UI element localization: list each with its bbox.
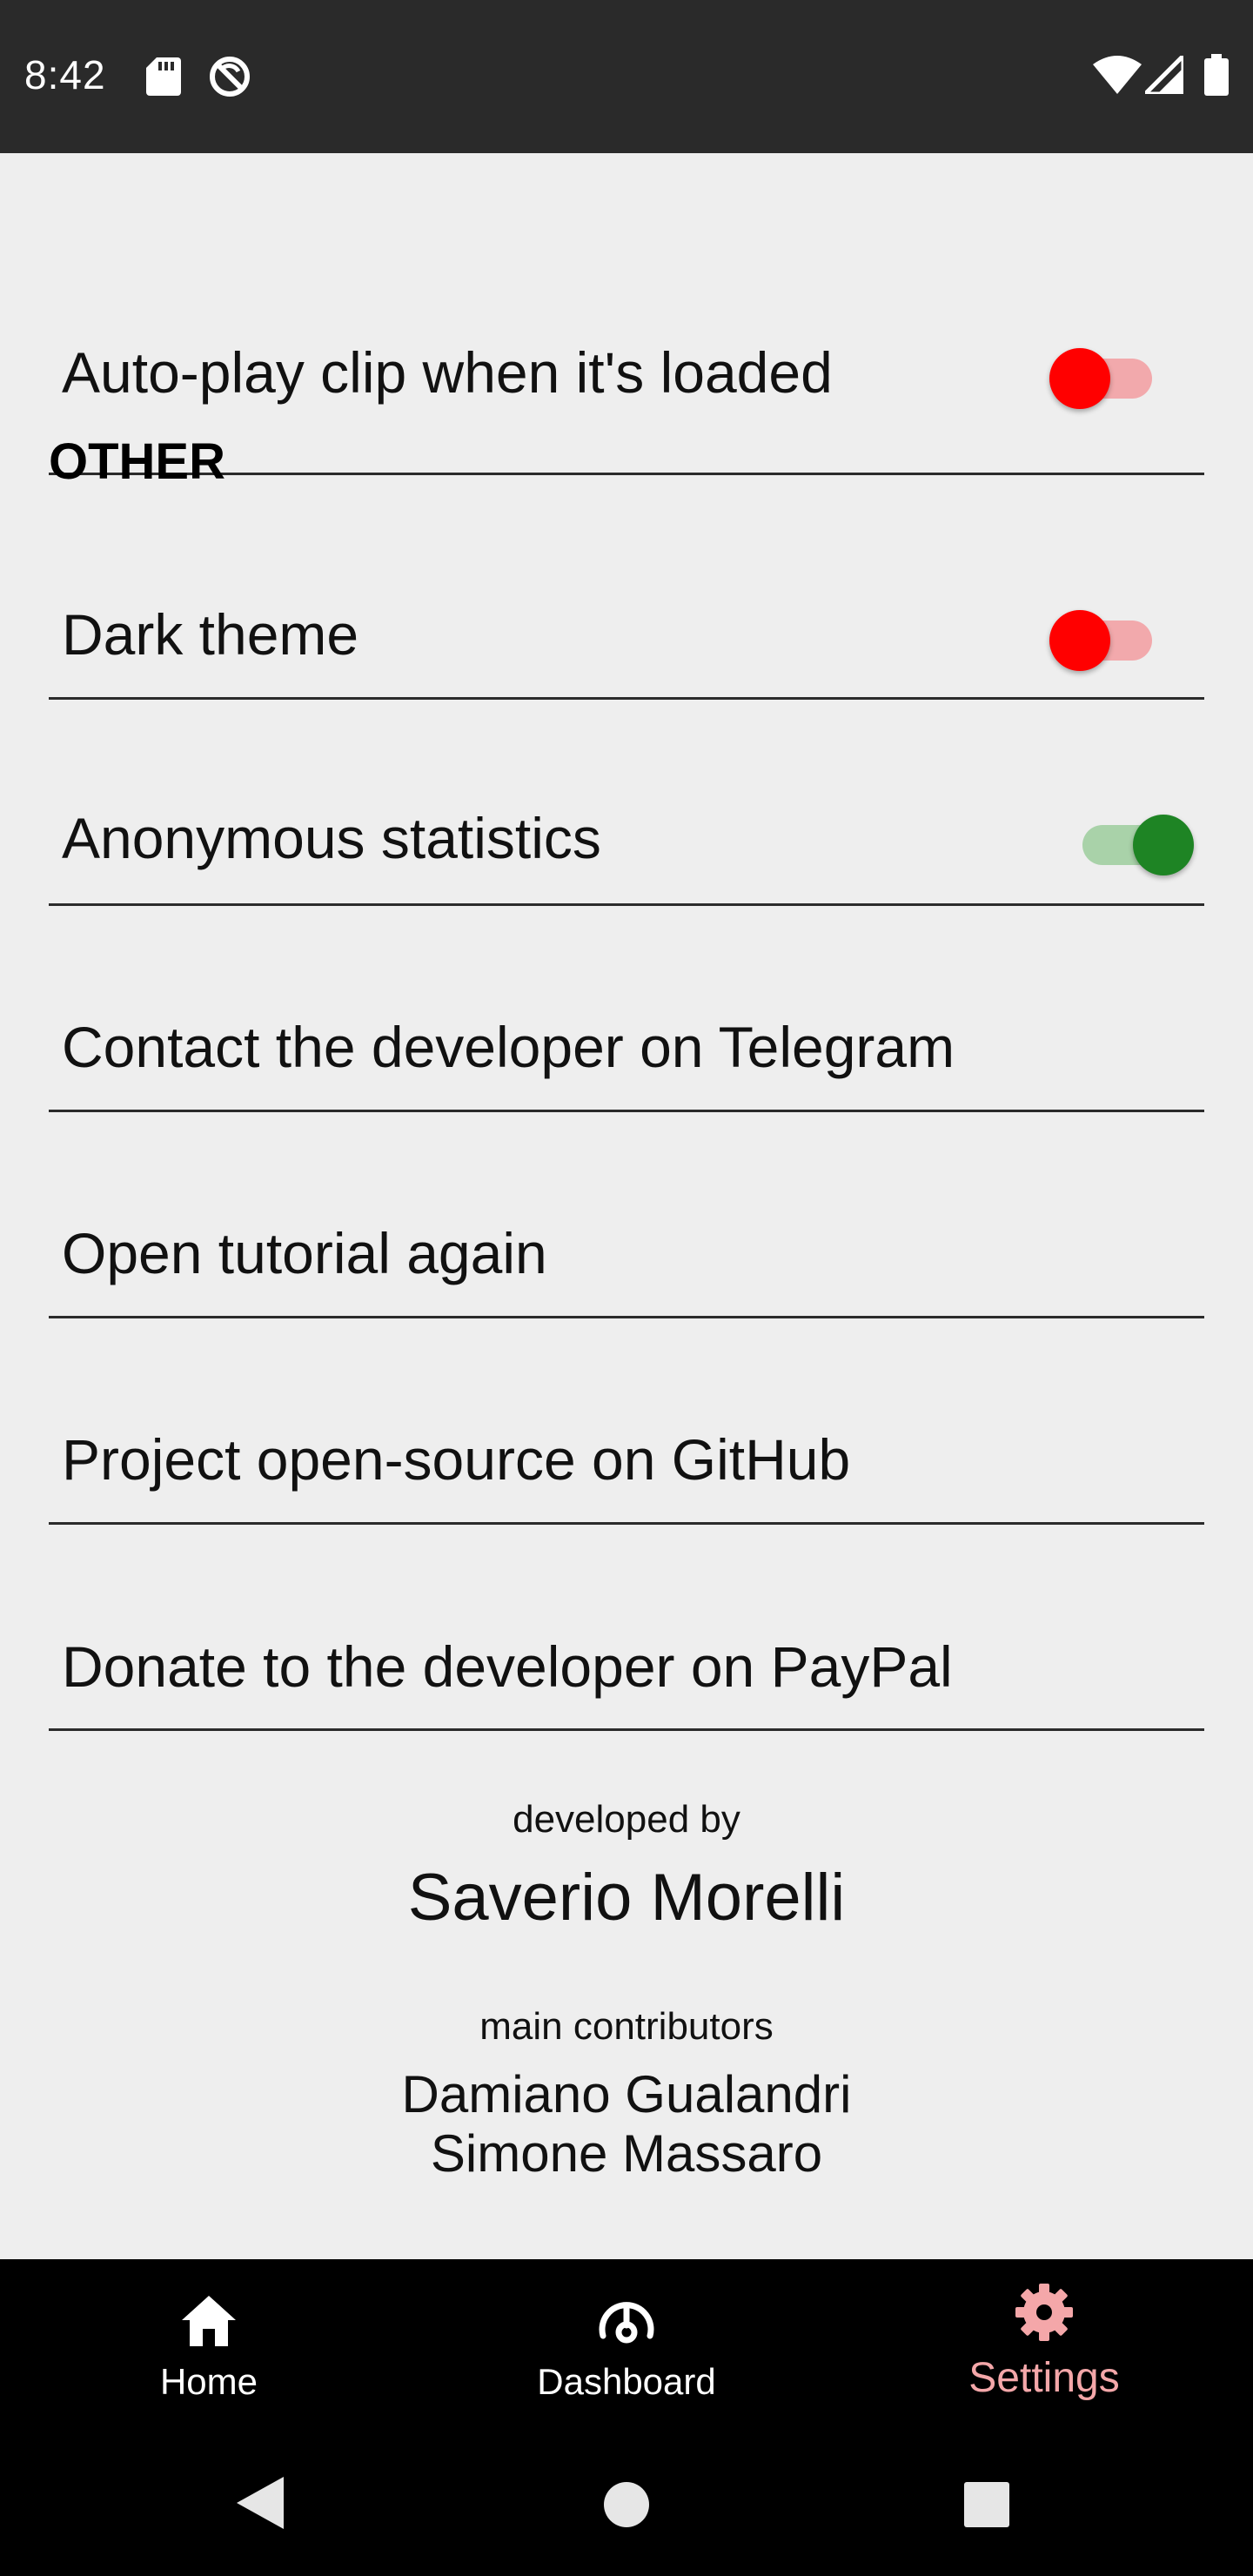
bottom-navigation: Home Dashboard Settings xyxy=(0,2259,1253,2433)
github-project-label: Project open-source on GitHub xyxy=(62,1427,851,1492)
no-sync-icon xyxy=(210,57,250,97)
settings-screen: 8:42 Auto-play clip when it's loaded OTH… xyxy=(0,0,1253,2576)
contributors-label: main contributors xyxy=(479,2005,774,2048)
donate-paypal-row[interactable]: Donate to the developer on PayPal xyxy=(49,1525,1204,1731)
anonymous-statistics-setting-row[interactable]: Anonymous statistics xyxy=(49,700,1204,906)
dark-theme-toggle[interactable] xyxy=(1049,598,1163,671)
autoplay-toggle[interactable] xyxy=(1049,336,1163,409)
contributor-name: Damiano Gualandri xyxy=(401,2065,852,2123)
developer-name: Saverio Morelli xyxy=(407,1861,846,1935)
toggle-thumb xyxy=(1133,815,1194,875)
nav-label-dashboard: Dashboard xyxy=(537,2361,716,2402)
nav-item-settings[interactable]: Settings xyxy=(835,2259,1253,2433)
back-icon[interactable] xyxy=(237,2477,284,2529)
battery-icon xyxy=(1204,54,1229,96)
section-header-other: OTHER xyxy=(49,433,225,490)
nav-item-home[interactable]: Home xyxy=(0,2259,418,2433)
autoplay-label: Auto-play clip when it's loaded xyxy=(62,340,833,405)
github-project-row[interactable]: Project open-source on GitHub xyxy=(49,1318,1204,1525)
donate-paypal-label: Donate to the developer on PayPal xyxy=(62,1634,953,1699)
contact-telegram-label: Contact the developer on Telegram xyxy=(62,1015,955,1079)
toggle-thumb xyxy=(1049,348,1110,409)
wifi-icon xyxy=(1093,56,1142,94)
status-time: 8:42 xyxy=(24,52,106,97)
settings-gear-icon xyxy=(1015,2284,1073,2341)
dark-theme-setting-row[interactable]: Dark theme xyxy=(49,501,1204,700)
dashboard-icon xyxy=(599,2302,654,2344)
home-circle-icon[interactable] xyxy=(604,2482,649,2527)
open-tutorial-label: Open tutorial again xyxy=(62,1221,547,1285)
home-icon xyxy=(182,2296,236,2346)
status-bar: 8:42 xyxy=(0,0,1253,153)
nav-label-settings: Settings xyxy=(968,2355,1120,2401)
developed-by-label: developed by xyxy=(513,1798,740,1841)
signal-icon xyxy=(1145,56,1183,94)
toggle-thumb xyxy=(1049,610,1110,671)
contact-telegram-row[interactable]: Contact the developer on Telegram xyxy=(49,906,1204,1112)
anonymous-statistics-label: Anonymous statistics xyxy=(62,806,601,870)
nav-item-dashboard[interactable]: Dashboard xyxy=(418,2259,835,2433)
dark-theme-label: Dark theme xyxy=(62,602,359,667)
sd-card-icon xyxy=(146,57,181,96)
recents-icon[interactable] xyxy=(964,2482,1009,2527)
anonymous-statistics-toggle[interactable] xyxy=(1074,802,1194,875)
system-navigation-bar xyxy=(0,2433,1253,2576)
open-tutorial-row[interactable]: Open tutorial again xyxy=(49,1112,1204,1318)
nav-label-home: Home xyxy=(159,2361,258,2402)
contributor-name: Simone Massaro xyxy=(430,2124,823,2183)
